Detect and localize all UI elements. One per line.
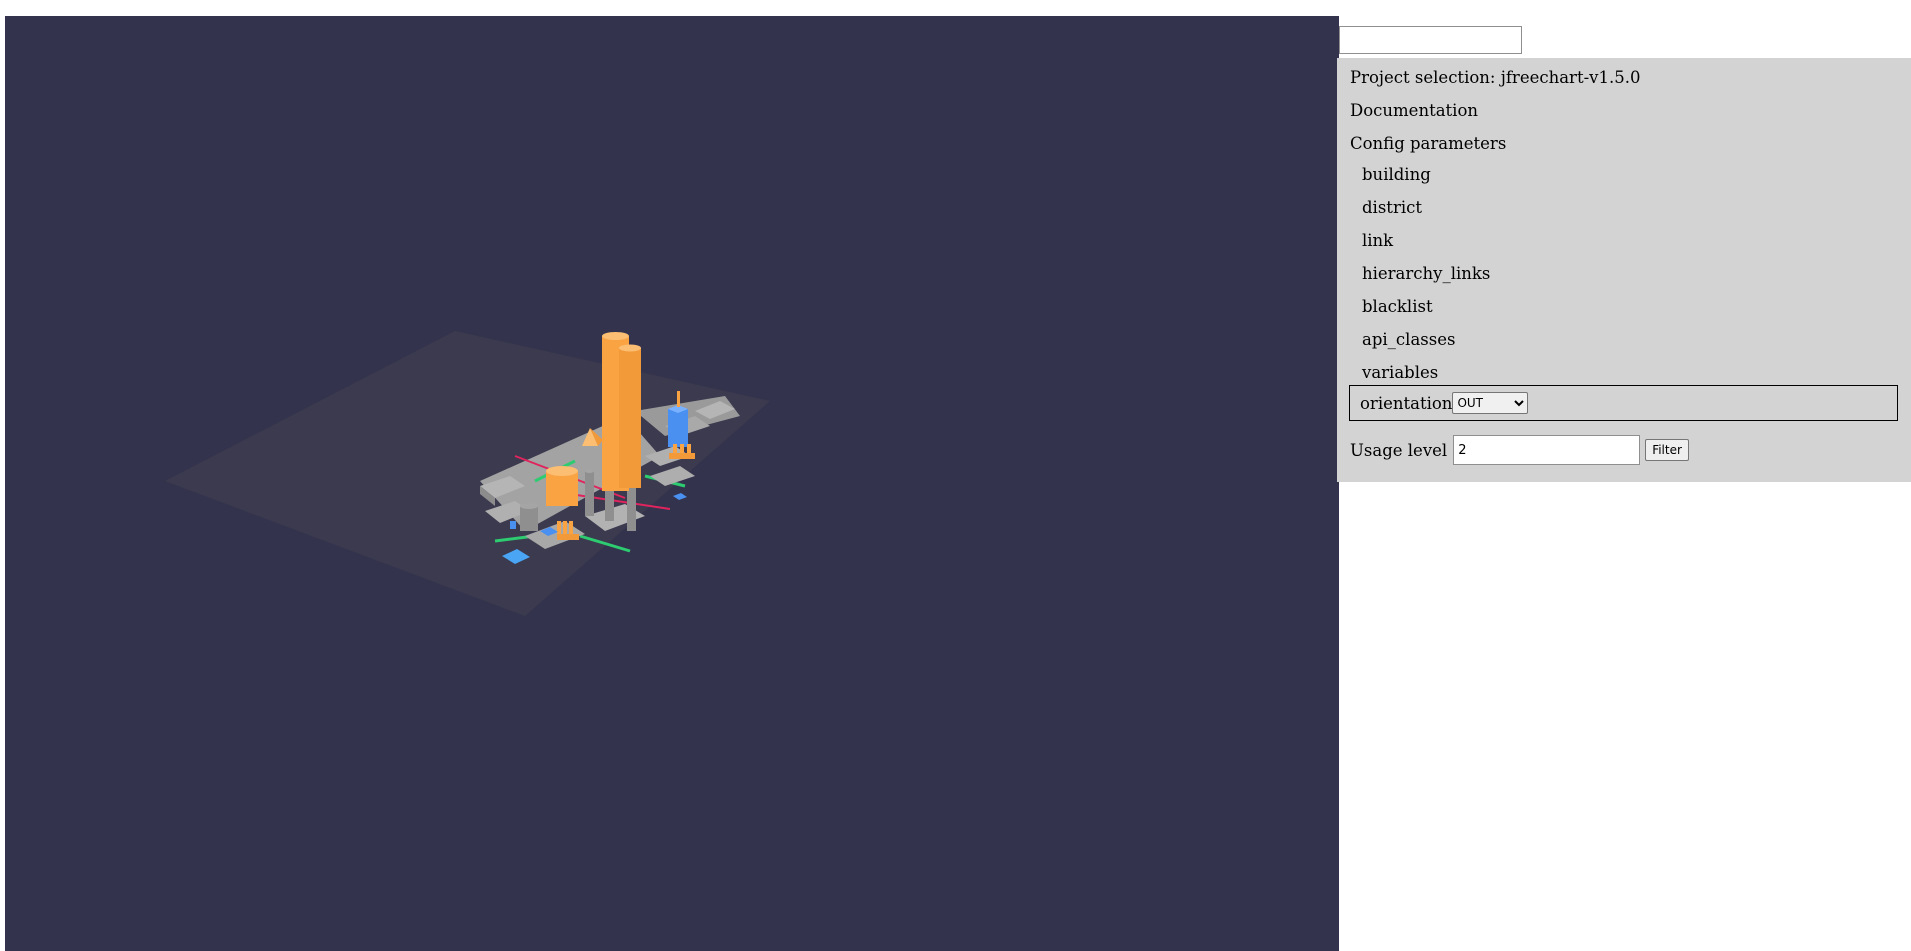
config-item-link[interactable]: link [1362, 231, 1393, 251]
building [585, 471, 594, 516]
building [557, 534, 579, 540]
config-item-building[interactable]: building [1362, 165, 1431, 185]
config-item-district[interactable]: district [1362, 198, 1422, 218]
config-item-api-classes[interactable]: api_classes [1362, 330, 1455, 350]
config-parameters[interactable]: Config parameters [1350, 134, 1506, 154]
building [520, 503, 538, 509]
building [669, 453, 695, 459]
building [520, 506, 538, 531]
building [546, 466, 578, 476]
project-selection[interactable]: Project selection: jfreechart-v1.5.0 [1350, 68, 1640, 88]
building [546, 471, 578, 506]
city-3d-viewport[interactable] [5, 16, 1339, 951]
config-item-variables[interactable]: variables [1362, 363, 1438, 383]
building [619, 348, 641, 488]
search-input[interactable] [1339, 26, 1522, 54]
building [510, 521, 516, 529]
orientation-label: orientation [1360, 393, 1453, 413]
building [677, 391, 680, 407]
orientation-row: orientation OUT [1349, 385, 1898, 421]
settings-panel: Project selection: jfreechart-v1.5.0 Doc… [1337, 58, 1911, 482]
filter-button[interactable]: Filter [1645, 439, 1689, 461]
usage-level-row: Usage level Filter [1350, 435, 1689, 465]
code-city-scene [165, 331, 770, 616]
config-item-hierarchy-links[interactable]: hierarchy_links [1362, 264, 1490, 284]
building [585, 469, 594, 473]
building [563, 521, 567, 536]
usage-level-input[interactable] [1453, 435, 1641, 465]
building [569, 521, 573, 536]
building [557, 521, 561, 536]
building [668, 409, 688, 447]
building [602, 332, 629, 340]
documentation-link[interactable]: Documentation [1350, 101, 1478, 121]
building [619, 344, 641, 352]
usage-level-label: Usage level [1350, 440, 1448, 460]
building [673, 493, 687, 500]
config-item-blacklist[interactable]: blacklist [1362, 297, 1433, 317]
orientation-select[interactable]: OUT [1452, 392, 1529, 414]
